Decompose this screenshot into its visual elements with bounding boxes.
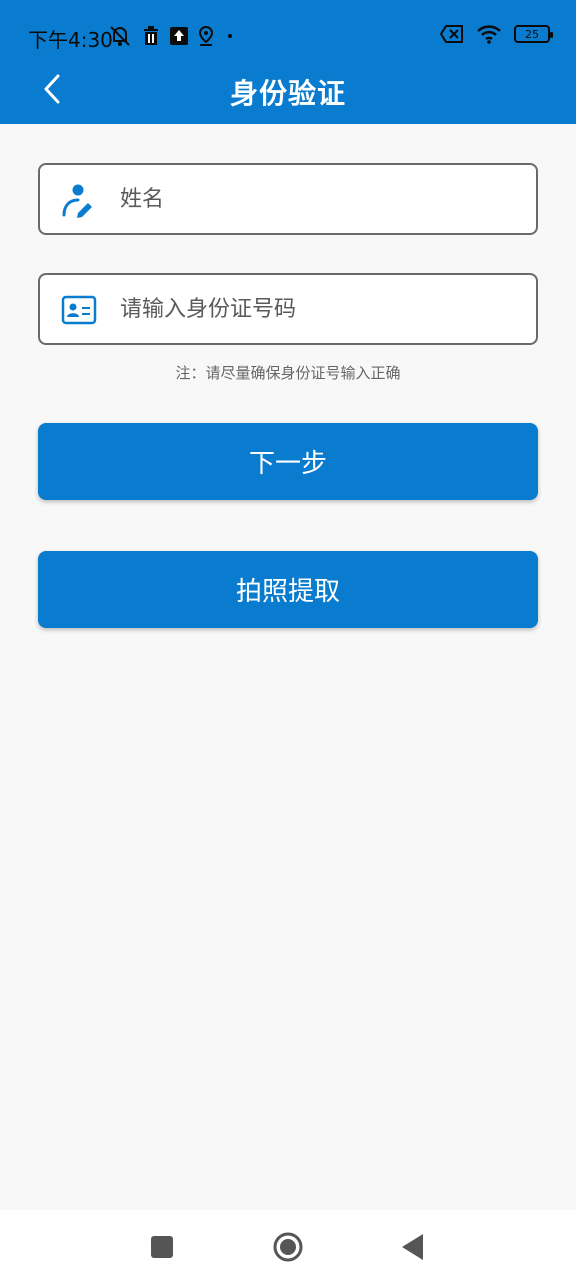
- page-title: 身份验证: [229, 77, 346, 110]
- trash-icon: [144, 26, 158, 45]
- recent-apps-icon[interactable]: [145, 1230, 179, 1264]
- dot-icon: [228, 34, 232, 38]
- id-card-icon: [61, 295, 97, 325]
- battery-level: 25: [525, 27, 539, 41]
- user-edit-icon: [62, 184, 92, 218]
- sim-disabled-icon: [440, 25, 463, 43]
- app-header: 下午4:30 25 身份验证: [0, 0, 576, 124]
- notification-icons: [108, 25, 236, 47]
- id-note-text: 注：请尽量确保身份证号输入正确: [175, 364, 401, 382]
- photo-extract-button[interactable]: 拍照提取: [38, 551, 538, 628]
- id-field-container: [38, 273, 538, 345]
- nav-back-icon[interactable]: [396, 1230, 430, 1264]
- name-field-container: [38, 163, 538, 235]
- wifi-icon: [477, 25, 501, 44]
- location-icon: [198, 26, 214, 46]
- battery-indicator: 25: [514, 25, 553, 43]
- mute-bell-icon: [110, 26, 130, 46]
- status-bar: 下午4:30 25: [0, 0, 576, 72]
- id-number-input[interactable]: [120, 283, 520, 335]
- system-icons: 25: [440, 24, 553, 44]
- status-time: 下午4:30: [28, 28, 113, 52]
- next-step-button[interactable]: 下一步: [38, 423, 538, 500]
- name-input[interactable]: [120, 173, 520, 225]
- home-icon[interactable]: [271, 1230, 305, 1264]
- upload-icon: [170, 27, 188, 45]
- system-navigation-bar: [0, 1210, 576, 1280]
